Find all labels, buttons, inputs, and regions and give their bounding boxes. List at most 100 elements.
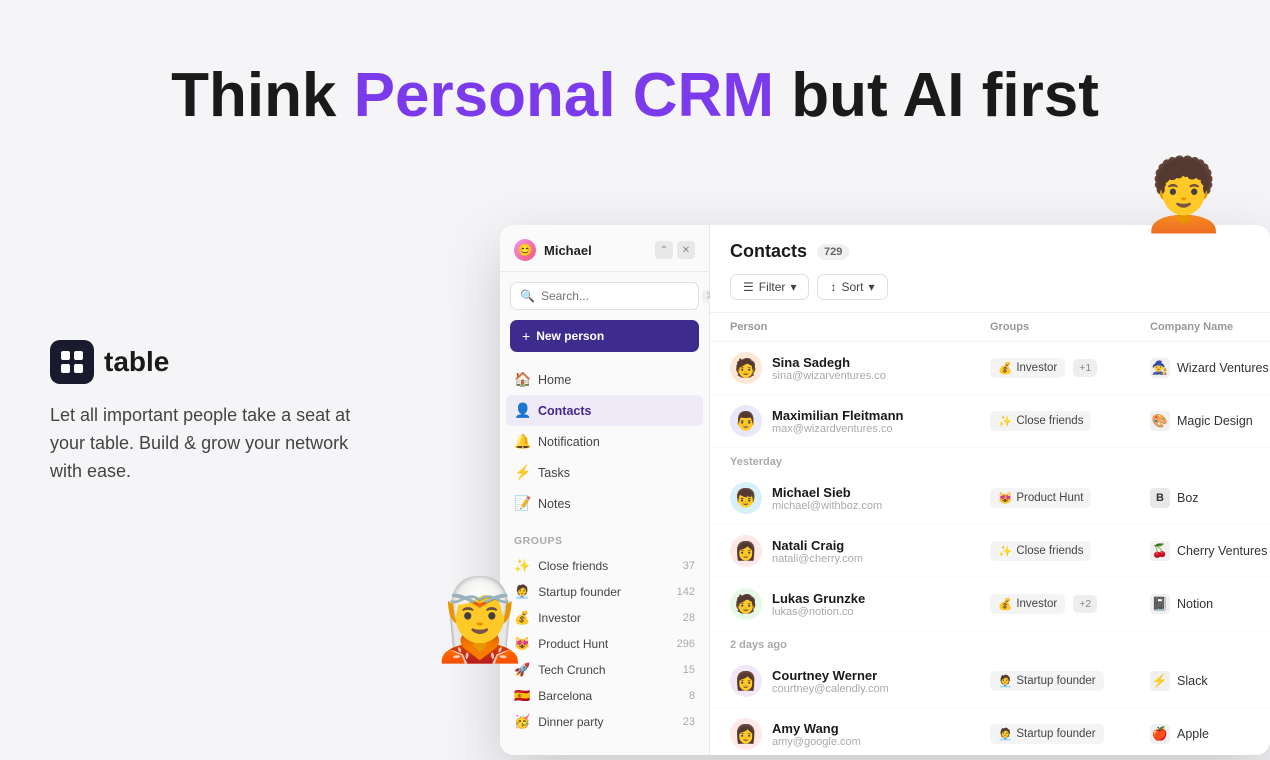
sidebar-username: Michael xyxy=(544,243,592,258)
search-icon: 🔍 xyxy=(520,289,535,303)
groups-cell: 💰 Investor +1 xyxy=(990,358,1150,378)
group-item-barcelona[interactable]: 🇪🇸 Barcelona 8 xyxy=(506,683,703,709)
date-separator: 2 days ago xyxy=(710,631,1270,655)
company-logo: B xyxy=(1150,488,1170,508)
sidebar-item-label: Home xyxy=(538,373,571,387)
col-header-company: Company name xyxy=(1150,321,1270,333)
company-cell: B Boz xyxy=(1150,488,1270,508)
table-row[interactable]: 👦 Michael Sieb michael@withboz.com 😻 Pro… xyxy=(710,472,1270,525)
group-tag: ✨ Close friends xyxy=(990,411,1091,431)
group-count: 296 xyxy=(677,638,695,650)
contact-name: Maximilian Fleitmann xyxy=(772,408,903,423)
group-item-investor[interactable]: 💰 Investor 28 xyxy=(506,605,703,631)
contacts-toolbar: ☰ Filter ▾ ↕ Sort ▾ xyxy=(730,274,1250,300)
sidebar-item-tasks[interactable]: ⚡ Tasks xyxy=(506,457,703,488)
sort-button[interactable]: ↕ Sort ▾ xyxy=(817,274,887,300)
company-logo: 🎨 xyxy=(1150,411,1170,431)
sidebar-close-btn[interactable]: ✕ xyxy=(677,241,695,259)
groups-cell: ✨ Close friends xyxy=(990,541,1150,561)
search-box[interactable]: 🔍 ⌘+f xyxy=(510,282,699,310)
app-window: 😊 Michael ⌃ ✕ 🔍 ⌘+f + New person 🏠 Home … xyxy=(500,225,1270,755)
group-item-startup-founder[interactable]: 🧑‍💼 Startup founder 142 xyxy=(506,579,703,605)
sidebar-item-label: Tasks xyxy=(538,466,570,480)
table-row[interactable]: 👩 Amy Wang amy@google.com 🧑‍💼 Startup fo… xyxy=(710,708,1270,755)
contact-email: courtney@calendly.com xyxy=(772,683,889,695)
contact-info: Courtney Werner courtney@calendly.com xyxy=(772,668,889,695)
contact-info: Michael Sieb michael@withboz.com xyxy=(772,485,882,512)
logo-text: table xyxy=(104,346,169,378)
sidebar-item-label: Notes xyxy=(538,497,571,511)
new-person-button[interactable]: + New person xyxy=(510,320,699,352)
group-emoji: ✨ xyxy=(514,558,530,574)
contact-person: 🧑 Sina Sadegh sina@wizarventures.co xyxy=(730,352,990,384)
avatar: 👨 xyxy=(730,405,762,437)
plus-icon: + xyxy=(522,328,530,344)
table-row[interactable]: 👩 Courtney Werner courtney@calendly.com … xyxy=(710,655,1270,708)
sidebar-item-home[interactable]: 🏠 Home xyxy=(506,364,703,395)
home-icon: 🏠 xyxy=(514,371,530,388)
filter-icon: ☰ xyxy=(743,280,754,294)
company-cell: 📓 Notion xyxy=(1150,594,1270,614)
group-emoji: 🧑‍💼 xyxy=(998,727,1012,741)
sidebar: 😊 Michael ⌃ ✕ 🔍 ⌘+f + New person 🏠 Home … xyxy=(500,225,710,755)
brand-section: table Let all important people take a se… xyxy=(50,340,370,486)
sidebar-collapse-btn[interactable]: ⌃ xyxy=(655,241,673,259)
table-row[interactable]: 🧑 Lukas Grunzke lukas@notion.co 💰 Invest… xyxy=(710,578,1270,631)
sort-label: Sort xyxy=(841,280,863,294)
filter-button[interactable]: ☰ Filter ▾ xyxy=(730,274,809,300)
contact-email: max@wizardventures.co xyxy=(772,423,903,435)
contact-info: Sina Sadegh sina@wizarventures.co xyxy=(772,355,886,382)
sidebar-item-notes[interactable]: 📝 Notes xyxy=(506,488,703,519)
group-item-product-hunt[interactable]: 😻 Product Hunt 296 xyxy=(506,631,703,657)
chevron-down-icon: ▾ xyxy=(868,280,874,294)
group-tag: 💰 Investor xyxy=(990,594,1065,614)
brand-tagline: Let all important people take a seat at … xyxy=(50,402,370,486)
contacts-table: 🧑 Sina Sadegh sina@wizarventures.co 💰 In… xyxy=(710,342,1270,755)
sidebar-item-notification[interactable]: 🔔 Notification xyxy=(506,426,703,457)
group-name: Close friends xyxy=(538,559,608,573)
group-tag: 🧑‍💼 Startup founder xyxy=(990,671,1104,691)
sidebar-item-contacts[interactable]: 👤 Contacts xyxy=(506,395,703,426)
logo-icon xyxy=(50,340,94,384)
contact-name: Michael Sieb xyxy=(772,485,882,500)
group-item-close-friends[interactable]: ✨ Close friends 37 xyxy=(506,553,703,579)
company-cell: 🍎 Apple xyxy=(1150,724,1270,744)
group-emoji: ✨ xyxy=(998,544,1012,558)
group-name: Startup founder xyxy=(538,585,621,599)
avatar: 👦 xyxy=(730,482,762,514)
hero-title: Think Personal CRM but AI first xyxy=(0,60,1270,131)
search-input[interactable] xyxy=(541,289,696,303)
sidebar-item-label: Contacts xyxy=(538,404,591,418)
group-name: Dinner party xyxy=(538,715,603,729)
hero-title-start: Think xyxy=(171,61,354,130)
table-row[interactable]: 👩 Natali Craig natali@cherry.com ✨ Close… xyxy=(710,525,1270,578)
company-name: Boz xyxy=(1177,491,1199,505)
contact-name: Lukas Grunzke xyxy=(772,591,865,606)
tasks-icon: ⚡ xyxy=(514,464,530,481)
chevron-down-icon: ▾ xyxy=(790,280,796,294)
group-item-tech-crunch[interactable]: 🚀 Tech Crunch 15 xyxy=(506,657,703,683)
col-header-person: Person xyxy=(730,321,990,333)
contact-email: amy@google.com xyxy=(772,736,861,748)
group-name: Product Hunt xyxy=(538,637,608,651)
table-row[interactable]: 👨 Maximilian Fleitmann max@wizardventure… xyxy=(710,395,1270,448)
company-name: Cherry Ventures xyxy=(1177,544,1267,558)
hero-title-end: but AI first xyxy=(774,61,1099,130)
hero-title-accent: Personal CRM xyxy=(354,61,774,130)
contact-info: Natali Craig natali@cherry.com xyxy=(772,538,863,565)
group-name: Barcelona xyxy=(538,689,592,703)
sidebar-item-label: Notification xyxy=(538,435,600,449)
company-cell: ⚡ Slack xyxy=(1150,671,1270,691)
table-header: Person Groups Company name Tags xyxy=(710,313,1270,342)
company-logo: 🧙 xyxy=(1150,358,1170,378)
table-row[interactable]: 🧑 Sina Sadegh sina@wizarventures.co 💰 In… xyxy=(710,342,1270,395)
company-cell: 🍒 Cherry Ventures xyxy=(1150,541,1270,561)
groups-section: Groups ✨ Close friends 37 🧑‍💼 Startup fo… xyxy=(500,523,709,739)
group-tag: 😻 Product Hunt xyxy=(990,488,1091,508)
contact-info: Amy Wang amy@google.com xyxy=(772,721,861,748)
contact-email: sina@wizarventures.co xyxy=(772,370,886,382)
main-content: Contacts 729 ☰ Filter ▾ ↕ Sort ▾ Person … xyxy=(710,225,1270,755)
group-item-dinner-party[interactable]: 🥳 Dinner party 23 xyxy=(506,709,703,735)
sidebar-header: 😊 Michael ⌃ ✕ xyxy=(500,225,709,272)
group-emoji: 💰 xyxy=(998,597,1012,611)
